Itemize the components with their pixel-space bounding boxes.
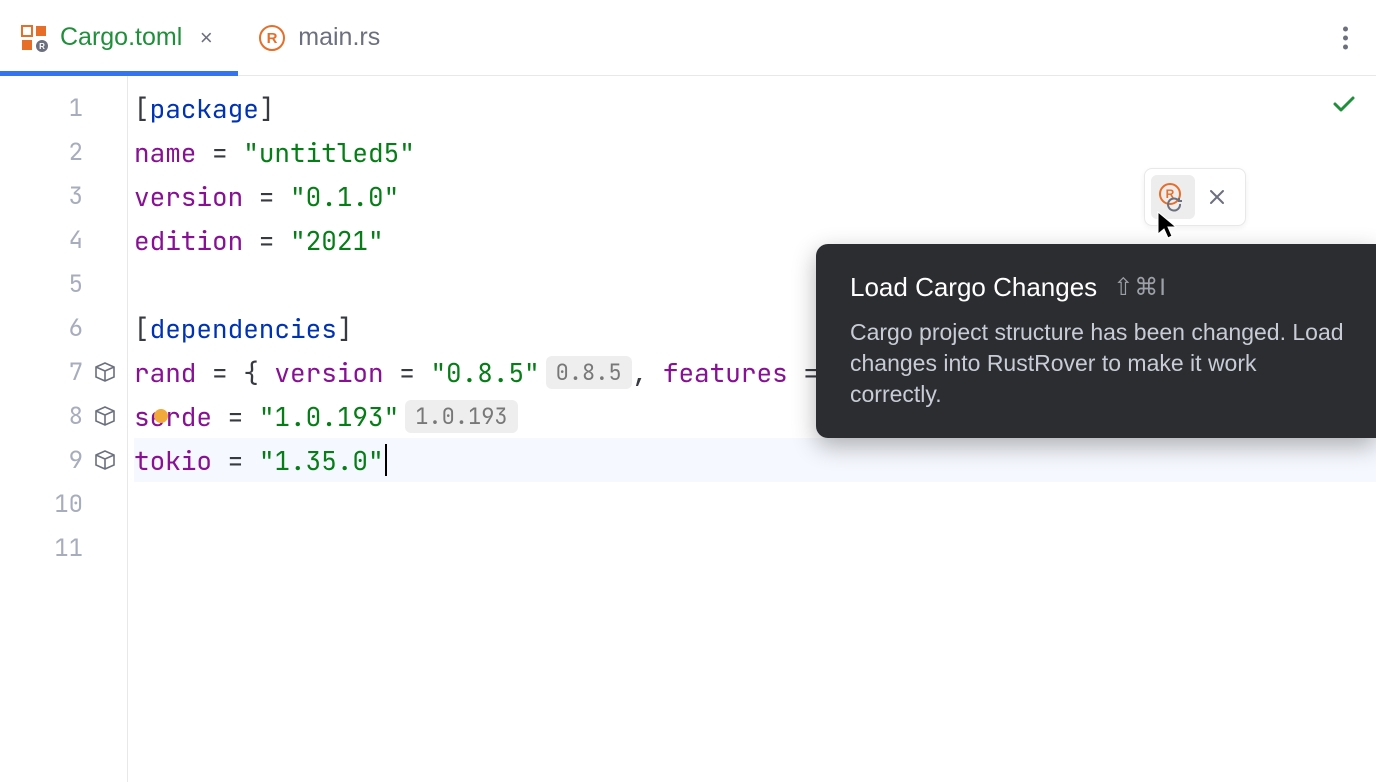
line-number: 6 (43, 313, 83, 344)
code-line[interactable] (134, 526, 1376, 570)
line-number: 1 (43, 93, 83, 124)
version-hint: 0.8.5 (546, 356, 632, 389)
close-icon (1207, 187, 1227, 207)
svg-text:R: R (267, 30, 278, 47)
version-hint: 1.0.193 (405, 400, 517, 433)
line-number: 4 (43, 225, 83, 256)
line-number: 7 (43, 357, 83, 388)
tab-bar: R Cargo.toml × R main.rs (0, 0, 1376, 76)
warning-indicator[interactable] (154, 409, 168, 423)
line-number: 3 (43, 181, 83, 212)
reload-cargo-button[interactable]: R (1151, 175, 1195, 219)
gutter: 1 2 3 4 5 6 7 8 9 10 11 (0, 76, 128, 782)
tab-main-rs[interactable]: R main.rs (238, 0, 400, 75)
cargo-toml-icon: R (20, 24, 48, 52)
rust-file-icon: R (258, 24, 286, 52)
line-number: 10 (43, 489, 83, 520)
line-number: 9 (43, 445, 83, 476)
text-cursor (385, 444, 387, 476)
crate-icon[interactable] (91, 446, 119, 474)
code-line[interactable]: [package] (134, 86, 1376, 130)
tab-label: Cargo.toml (60, 23, 182, 52)
keyboard-shortcut: ⇧⌘I (1113, 273, 1167, 302)
crate-icon[interactable] (91, 402, 119, 430)
tooltip-title: Load Cargo Changes (850, 272, 1097, 303)
more-options-button[interactable] (1335, 18, 1356, 57)
tooltip-body: Cargo project structure has been changed… (850, 317, 1344, 410)
cargo-changes-toolbar: R (1144, 168, 1246, 226)
crate-icon[interactable] (91, 358, 119, 386)
code-line[interactable]: tokio = "1.35.0" (134, 438, 1376, 482)
line-number: 5 (43, 269, 83, 300)
line-number: 11 (43, 533, 83, 564)
load-cargo-tooltip: Load Cargo Changes ⇧⌘I Cargo project str… (816, 244, 1376, 438)
dismiss-button[interactable] (1195, 175, 1239, 219)
tab-cargo-toml[interactable]: R Cargo.toml × (0, 0, 238, 75)
code-line[interactable] (134, 482, 1376, 526)
svg-text:R: R (39, 42, 45, 51)
line-number: 2 (43, 137, 83, 168)
line-number: 8 (43, 401, 83, 432)
close-icon[interactable]: × (194, 26, 218, 50)
tab-label: main.rs (298, 23, 380, 52)
